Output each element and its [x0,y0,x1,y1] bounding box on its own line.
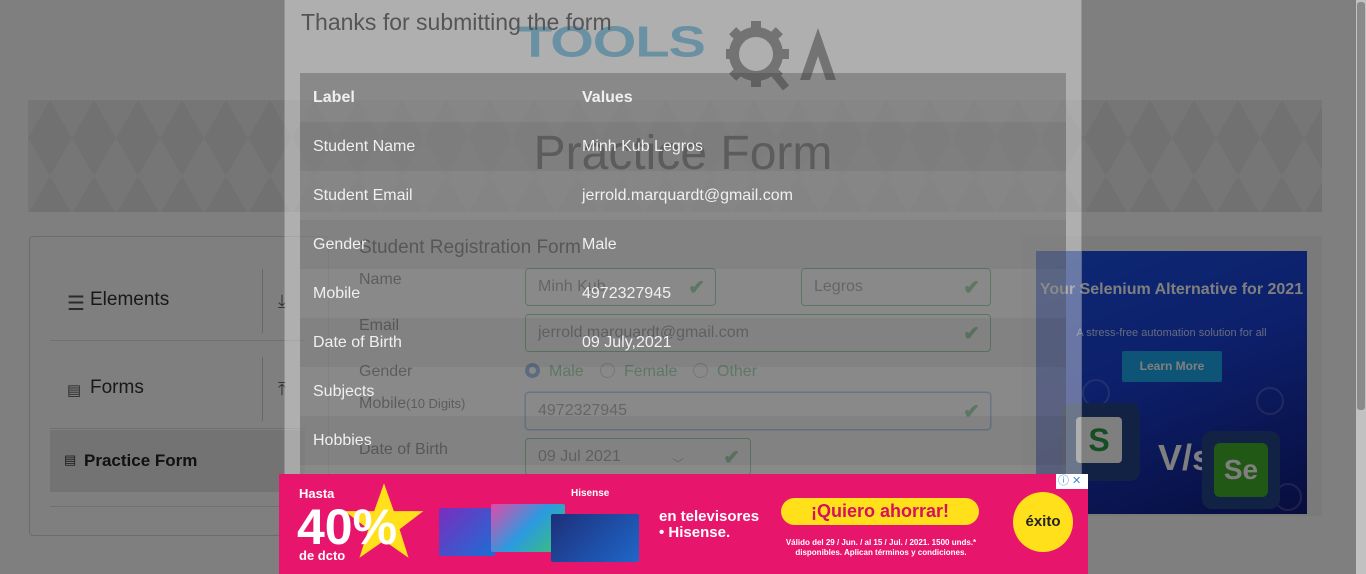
table-row: Gender Male [300,220,1066,269]
tv-image [439,508,495,556]
table-cell-label: Student Email [313,187,413,204]
table-cell-value: jerrold.marquardt@gmail.com [582,187,793,204]
table-row: Hobbies [300,416,1066,465]
table-cell-label: Student Name [313,138,416,155]
table-cell-label: Subjects [313,383,375,400]
table-row: Date of Birth 09 July,2021 [300,318,1066,367]
table-cell-value: Minh Kub Legros [582,138,703,155]
table-header: Label Values [300,73,1066,122]
table-row: Student Name Minh Kub Legros [300,122,1066,171]
ad-brand-text: Hisense [571,488,610,499]
submission-table: Label Values Student Name Minh Kub Legro… [300,73,1066,513]
ad-tv-line: • Hisense. [659,524,731,541]
table-cell-label: Hobbies [313,432,372,449]
table-cell-label: Gender [313,236,367,253]
column-header: Label [313,89,355,106]
table-cell-value: Male [582,236,617,253]
table-cell-value: 4972327945 [582,285,671,302]
bottom-ad-banner[interactable]: Hasta 40% de dcto Hisense en televisores… [279,474,1088,574]
table-cell-label: Mobile [313,285,361,302]
table-row: Mobile 4972327945 [300,269,1066,318]
quiero-ahorrar-button[interactable]: ¡Quiero ahorrar! [781,498,979,525]
page: TOOLS Practice Form ☰ Elements ⤓ ▤ [0,0,1366,574]
ad-fine-print: Válido del 29 / Jun. / al 15 / Jul. / 20… [785,538,977,557]
tv-image [551,514,639,562]
table-row: Subjects [300,367,1066,416]
table-cell-value: 09 July,2021 [582,334,672,351]
table-row: Student Email jerrold.marquardt@gmail.co… [300,171,1066,220]
table-cell-label: Date of Birth [313,334,402,351]
adchoices-close-icon[interactable]: ⓘ ✕ [1056,474,1088,489]
ad-tv-text: en televisores • Hisense. [659,509,759,541]
modal-title: Thanks for submitting the form [301,9,612,35]
ad-discount-text: de dcto [299,548,346,563]
ad-tv-line: en televisores [659,508,760,525]
column-header: Values [582,89,633,106]
exito-logo: éxito [1013,492,1073,552]
scrollbar-thumb[interactable] [1357,2,1365,410]
